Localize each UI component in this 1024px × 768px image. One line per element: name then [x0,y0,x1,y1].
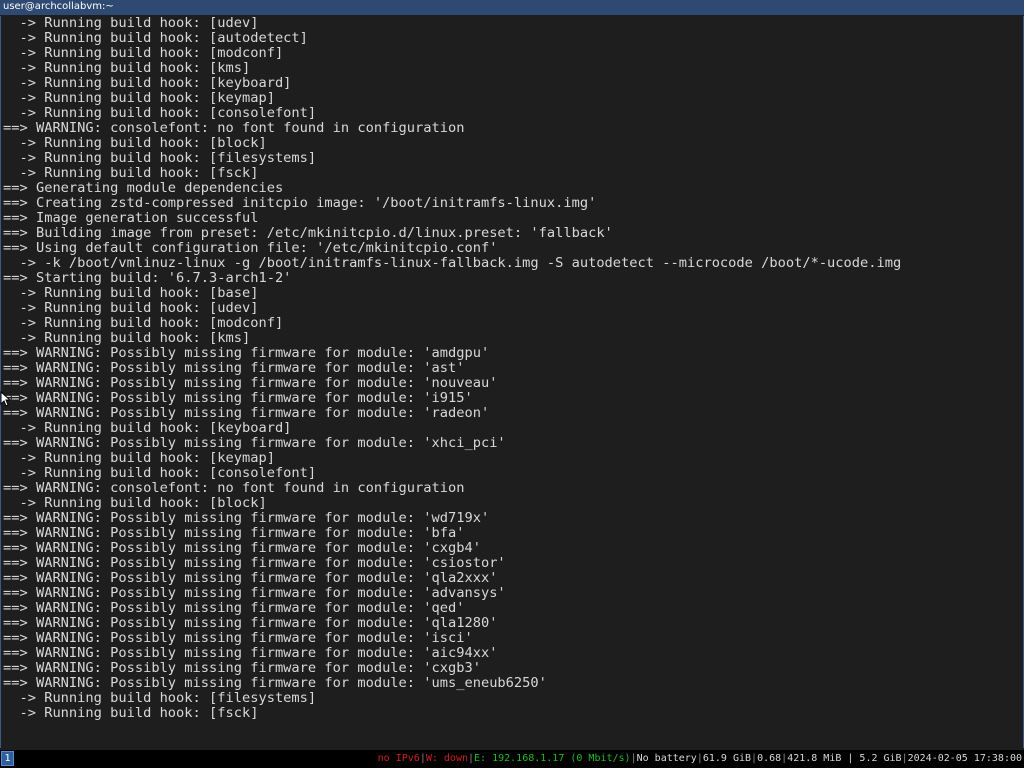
workspace-button[interactable]: 1 [1,751,14,766]
terminal-line: -> Running build hook: [modconf] [3,45,284,61]
terminal-line: ==> Starting build: '6.7.3-arch1-2' [3,270,292,286]
terminal-line: ==> WARNING: Possibly missing firmware f… [3,360,465,376]
datetime-status: 2024-02-05 17:38:00 [907,753,1022,764]
disk-status: 61.9 GiB [702,753,752,764]
terminal-line: ==> WARNING: consolefont: no font found … [3,480,465,496]
mouse-cursor-icon [0,390,12,407]
terminal-line: ==> WARNING: consolefont: no font found … [3,120,465,136]
terminal-line: ==> Using default configuration file: '/… [3,240,498,256]
terminal-line: -> Running build hook: [fsck] [3,705,259,721]
terminal-line: ==> WARNING: Possibly missing firmware f… [3,405,490,421]
terminal-output[interactable]: -> Running build hook: [udev] -> Running… [0,16,1024,748]
terminal-line: -> Running build hook: [keymap] [3,450,275,466]
terminal-line: ==> WARNING: Possibly missing firmware f… [3,570,498,586]
terminal-line: ==> Image generation successful [3,210,259,226]
terminal-line: -> Running build hook: [udev] [3,300,259,316]
window-title: user@archcollabvm:~ [3,1,114,12]
ethernet-status: E: 192.168.1.17 (0 Mbit/s) [474,753,631,764]
terminal-line: -> Running build hook: [modconf] [3,315,284,331]
load-status: 0.68 [757,753,782,764]
terminal-line: -> -k /boot/vmlinuz-linux -g /boot/initr… [3,255,902,271]
terminal-line: ==> WARNING: Possibly missing firmware f… [3,540,481,556]
terminal-line: ==> WARNING: Possibly missing firmware f… [3,645,498,661]
terminal-line: -> Running build hook: [filesystems] [3,690,317,706]
ipv6-status: no IPv6 [377,753,420,764]
terminal-line: ==> WARNING: Possibly missing firmware f… [3,435,506,451]
terminal-line: ==> Generating module dependencies [3,180,284,196]
battery-status: No battery [636,753,697,764]
terminal-line: ==> Creating zstd-compressed initcpio im… [3,195,597,211]
terminal-line: -> Running build hook: [autodetect] [3,30,308,46]
wifi-status: W: down [425,753,468,764]
terminal-line: ==> WARNING: Possibly missing firmware f… [3,345,490,361]
terminal-line: ==> WARNING: Possibly missing firmware f… [3,390,473,406]
terminal-line: -> Running build hook: [keymap] [3,90,275,106]
terminal-line: ==> Building image from preset: /etc/mki… [3,225,613,241]
terminal-line: ==> WARNING: Possibly missing firmware f… [3,510,490,526]
terminal-line: ==> WARNING: Possibly missing firmware f… [3,555,506,571]
terminal-line: -> Running build hook: [block] [3,495,267,511]
terminal-line: ==> WARNING: Possibly missing firmware f… [3,600,465,616]
terminal-line: ==> WARNING: Possibly missing firmware f… [3,675,547,691]
terminal-line: -> Running build hook: [udev] [3,16,259,31]
terminal-line: -> Running build hook: [filesystems] [3,150,317,166]
terminal-line: -> Running build hook: [block] [3,135,267,151]
status-bar: 1 no IPv6|W: down|E: 192.168.1.17 (0 Mbi… [0,750,1024,768]
terminal-line: ==> WARNING: Possibly missing firmware f… [3,375,498,391]
terminal-line: ==> WARNING: Possibly missing firmware f… [3,525,465,541]
terminal-line: ==> WARNING: Possibly missing firmware f… [3,630,473,646]
terminal-line: ==> WARNING: Possibly missing firmware f… [3,660,481,676]
memory-status: 421.8 MiB | 5.2 GiB [787,753,902,764]
terminal-line: ==> WARNING: Possibly missing firmware f… [3,615,498,631]
terminal-line: -> Running build hook: [consolefont] [3,105,317,121]
terminal-line: ==> WARNING: Possibly missing firmware f… [3,585,506,601]
terminal-line: -> Running build hook: [kms] [3,330,251,346]
terminal-line: -> Running build hook: [base] [3,285,259,301]
terminal-line: -> Running build hook: [kms] [3,60,251,76]
window-titlebar[interactable]: user@archcollabvm:~ [0,0,1024,15]
terminal-line: -> Running build hook: [consolefont] [3,465,317,481]
terminal-line: -> Running build hook: [keyboard] [3,75,292,91]
status-items: no IPv6|W: down|E: 192.168.1.17 (0 Mbit/… [377,753,1022,764]
terminal-line: -> Running build hook: [keyboard] [3,420,292,436]
terminal-line: -> Running build hook: [fsck] [3,165,259,181]
terminal-lines: -> Running build hook: [udev] -> Running… [3,16,901,721]
